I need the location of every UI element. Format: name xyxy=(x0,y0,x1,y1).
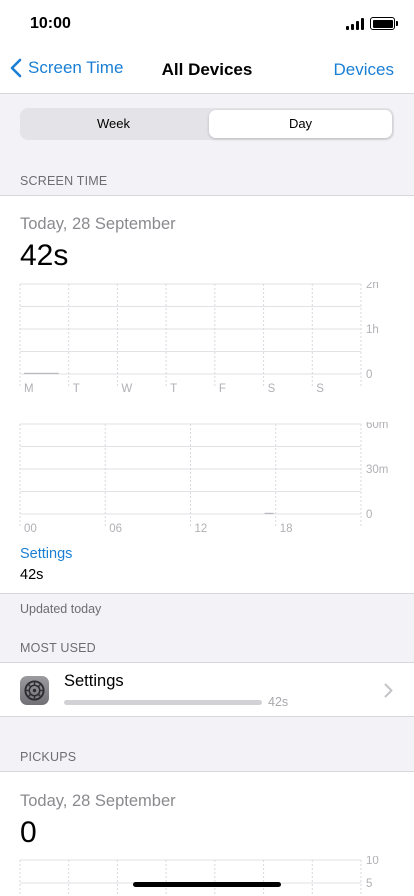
chart-x-tick-label: S xyxy=(268,383,276,395)
chart-bar xyxy=(264,512,274,514)
status-bar: 10:00 xyxy=(0,0,414,44)
screen-time-card: Today, 28 September 42s M T W T F S S 2h 1h 0 00 0… xyxy=(0,195,414,594)
chart-x-tick-label: S xyxy=(316,383,324,395)
pickups-card: Today, 28 September 0 10 5 xyxy=(0,771,414,896)
screen-time-date: Today, 28 September xyxy=(20,215,176,233)
chart-x-tick-label: M xyxy=(24,383,34,395)
chart-y-tick-label: 1h xyxy=(366,324,379,336)
category-settings-time: 42s xyxy=(20,567,44,583)
chart-x-tick-label: 06 xyxy=(109,523,122,535)
chart-y-tick-label: 0 xyxy=(366,509,372,521)
settings-app-icon xyxy=(20,676,49,705)
updated-label: Updated today xyxy=(20,602,102,616)
home-indicator xyxy=(133,882,281,887)
pickups-date: Today, 28 September xyxy=(20,792,176,810)
period-segmented-control: Week Day xyxy=(20,108,394,140)
chevron-right-icon xyxy=(384,683,393,698)
pickups-chart[interactable]: 10 5 xyxy=(0,856,414,896)
chart-x-tick-label: F xyxy=(219,383,226,395)
category-settings-link[interactable]: Settings xyxy=(20,546,72,562)
back-button[interactable]: Screen Time xyxy=(10,58,123,78)
most-used-app-time: 42s xyxy=(268,695,289,709)
back-button-label: Screen Time xyxy=(28,58,124,77)
navigation-bar: Screen Time All Devices Devices xyxy=(0,44,414,94)
chevron-left-icon xyxy=(10,58,22,78)
chart-bar xyxy=(24,372,59,374)
battery-icon xyxy=(370,17,398,30)
cellular-signal-icon xyxy=(346,18,364,30)
chart-y-tick-label: 2h xyxy=(366,282,379,291)
screen-time-total: 42s xyxy=(20,239,69,272)
segment-week[interactable]: Week xyxy=(22,110,205,138)
chart-x-tick-label: T xyxy=(73,383,80,395)
chart-y-tick-label: 10 xyxy=(366,856,379,867)
status-time: 10:00 xyxy=(30,15,71,32)
pickups-header: PICKUPS xyxy=(20,750,77,764)
screen-time-header: SCREEN TIME xyxy=(20,174,108,188)
chart-x-tick-label: T xyxy=(170,383,177,395)
chart-x-tick-label: 18 xyxy=(280,523,293,535)
most-used-item-settings[interactable]: Settings 42s xyxy=(0,662,414,717)
most-used-usage-bar xyxy=(64,700,262,705)
hourly-usage-chart[interactable]: 00 06 12 18 60m 30m 0 xyxy=(0,422,414,538)
chart-x-tick-label: 00 xyxy=(24,523,37,535)
chart-y-tick-label: 30m xyxy=(366,464,388,476)
pickups-total: 0 xyxy=(20,816,37,849)
chart-x-tick-label: 12 xyxy=(195,523,208,535)
chart-x-tick-label: W xyxy=(121,383,132,395)
chart-y-tick-label: 5 xyxy=(366,878,372,890)
weekly-usage-chart[interactable]: M T W T F S S 2h 1h 0 xyxy=(0,282,414,398)
chart-y-tick-label: 0 xyxy=(366,369,372,381)
most-used-app-name: Settings xyxy=(64,672,124,690)
gear-icon xyxy=(24,680,45,701)
most-used-header: MOST USED xyxy=(20,641,96,655)
segment-day[interactable]: Day xyxy=(209,110,392,138)
chart-y-tick-label: 60m xyxy=(366,422,388,431)
devices-button[interactable]: Devices xyxy=(334,60,394,80)
